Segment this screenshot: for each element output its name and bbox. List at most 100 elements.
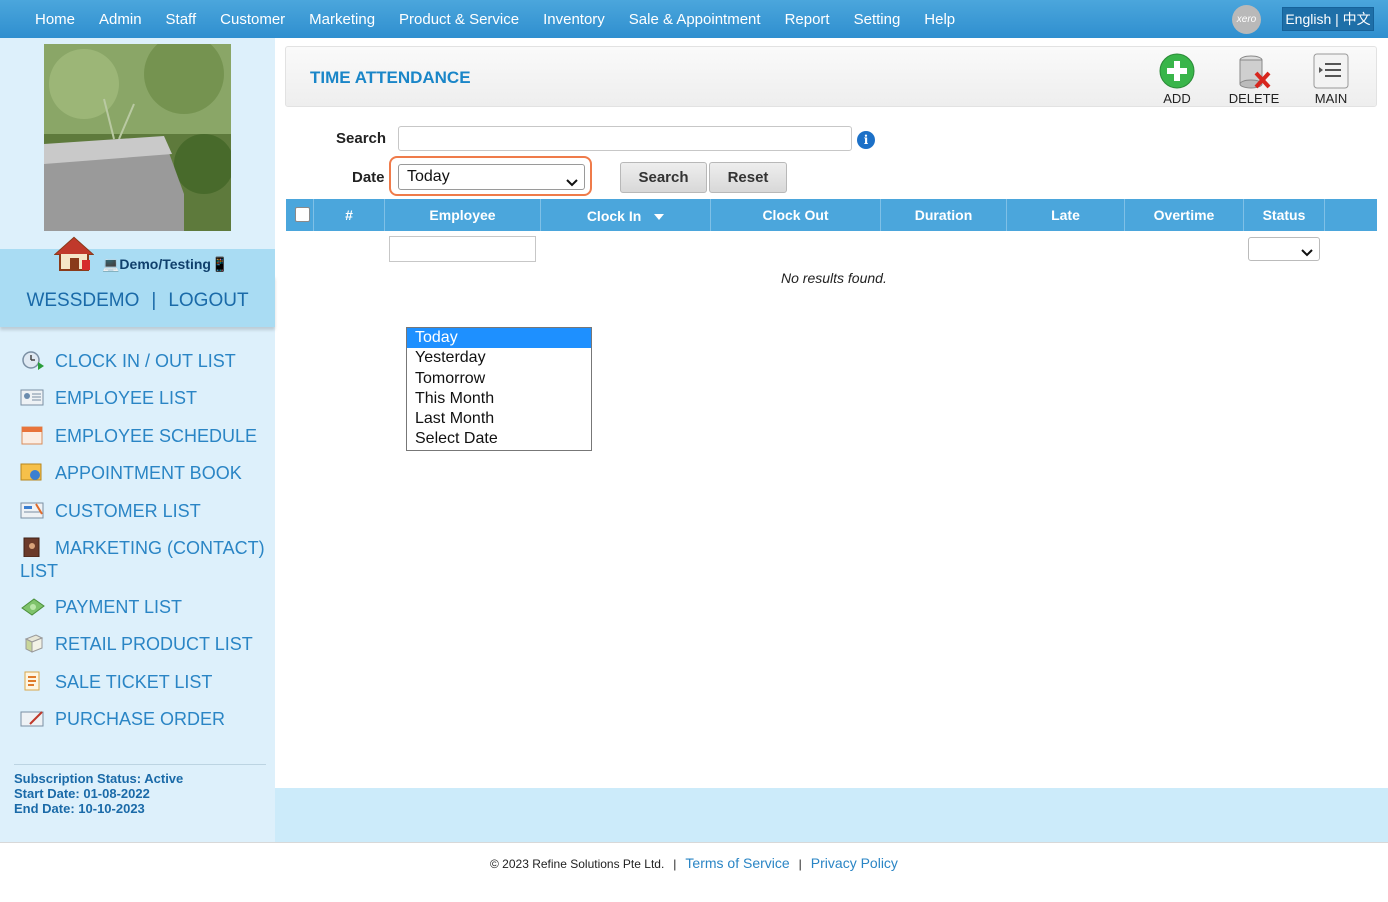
top-nav-menu: Home Admin Staff Customer Marketing Prod… xyxy=(23,0,967,38)
main-button[interactable]: MAIN xyxy=(1300,53,1362,106)
nav-sale-appointment[interactable]: Sale & Appointment xyxy=(617,11,773,28)
delete-database-icon xyxy=(1236,53,1272,89)
chevron-down-icon xyxy=(566,172,578,187)
date-option-this-month[interactable]: This Month xyxy=(407,389,591,409)
column-header-overtime[interactable]: Overtime xyxy=(1125,199,1244,231)
info-icon[interactable]: i xyxy=(857,131,875,149)
xero-logo-icon[interactable]: xero xyxy=(1232,5,1261,34)
date-option-tomorrow[interactable]: Tomorrow xyxy=(407,369,591,389)
main-label: MAIN xyxy=(1314,91,1348,106)
search-label: Search xyxy=(336,130,387,147)
terms-of-service-link[interactable]: Terms of Service xyxy=(685,855,789,871)
nav-setting[interactable]: Setting xyxy=(842,11,913,28)
sidebar-item-label: EMPLOYEE LIST xyxy=(55,388,198,408)
subscription-info: Subscription Status: Active Start Date: … xyxy=(14,764,266,816)
subscription-status: Subscription Status: Active xyxy=(14,771,184,786)
user-bar-separator: | xyxy=(151,290,157,311)
footer-separator: | xyxy=(798,857,802,871)
nav-marketing[interactable]: Marketing xyxy=(297,11,387,28)
nav-admin[interactable]: Admin xyxy=(87,11,154,28)
delete-button[interactable]: DELETE xyxy=(1223,53,1285,106)
sidebar-item-employee-schedule[interactable]: EMPLOYEE SCHEDULE xyxy=(20,425,270,448)
site-label: 💻Demo/Testing📱 xyxy=(102,256,229,272)
calendar-icon xyxy=(20,425,45,445)
sidebar-item-payment-list[interactable]: PAYMENT LIST xyxy=(20,596,270,619)
language-switcher[interactable]: English | 中文 xyxy=(1282,7,1374,31)
copyright-text: © 2023 Refine Solutions Pte Ltd. xyxy=(490,857,665,871)
top-nav-bar: Home Admin Staff Customer Marketing Prod… xyxy=(0,0,1388,38)
select-all-checkbox[interactable] xyxy=(295,207,310,222)
sidebar-item-clock-in-out-list[interactable]: CLOCK IN / OUT LIST xyxy=(20,350,270,373)
money-icon xyxy=(20,596,45,616)
column-header-number[interactable]: # xyxy=(314,199,385,231)
column-header-clock-out[interactable]: Clock Out xyxy=(711,199,881,231)
sidebar-item-label: PAYMENT LIST xyxy=(55,597,183,617)
date-option-select-date[interactable]: Select Date xyxy=(407,429,591,449)
column-header-clock-in[interactable]: Clock In xyxy=(541,199,711,231)
date-select-value: Today xyxy=(407,168,450,185)
sidebar-item-appointment-book[interactable]: APPOINTMENT BOOK xyxy=(20,462,270,485)
user-bar: WESSDEMO | LOGOUT xyxy=(0,275,275,327)
sidebar-item-employee-list[interactable]: EMPLOYEE LIST xyxy=(20,387,270,410)
add-label: ADD xyxy=(1163,91,1191,106)
footer-line: © 2023 Refine Solutions Pte Ltd. | Terms o… xyxy=(490,855,898,871)
nav-report[interactable]: Report xyxy=(773,11,842,28)
empty-table-message: No results found. xyxy=(781,270,887,286)
privacy-policy-link[interactable]: Privacy Policy xyxy=(811,855,898,871)
main-list-icon xyxy=(1313,53,1349,89)
date-option-last-month[interactable]: Last Month xyxy=(407,409,591,429)
page-header-panel: TIME ATTENDANCE ADD DELETE MAIN xyxy=(285,46,1377,107)
date-label: Date xyxy=(352,169,385,186)
search-button[interactable]: Search xyxy=(620,162,707,193)
sale-ticket-icon xyxy=(20,671,45,691)
date-option-yesterday[interactable]: Yesterday xyxy=(407,348,591,368)
date-option-today[interactable]: Today xyxy=(407,328,591,349)
search-input[interactable] xyxy=(398,126,852,151)
chevron-down-icon xyxy=(1301,245,1313,257)
status-filter-select[interactable] xyxy=(1248,237,1320,261)
column-header-status[interactable]: Status xyxy=(1244,199,1325,231)
purchase-order-icon xyxy=(20,708,45,728)
sidebar-item-marketing-contact-list[interactable]: MARKETING (CONTACT) LIST xyxy=(20,537,270,583)
customer-list-icon xyxy=(20,500,45,520)
nav-staff[interactable]: Staff xyxy=(154,11,209,28)
column-header-clock-in-label: Clock In xyxy=(586,208,642,224)
contact-book-icon xyxy=(20,537,45,558)
sidebar-item-label: CLOCK IN / OUT LIST xyxy=(55,351,236,371)
product-box-icon xyxy=(20,633,45,653)
appointment-book-icon xyxy=(20,462,45,482)
nav-inventory[interactable]: Inventory xyxy=(531,11,617,28)
username-link[interactable]: WESSDEMO xyxy=(26,290,139,312)
employee-filter-input[interactable] xyxy=(389,236,536,262)
subscription-end-date: End Date: 10-10-2023 xyxy=(14,801,145,816)
reset-button[interactable]: Reset xyxy=(709,162,787,193)
clock-icon xyxy=(20,350,45,370)
sidebar-item-customer-list[interactable]: CUSTOMER LIST xyxy=(20,500,270,523)
delete-label: DELETE xyxy=(1228,91,1280,106)
left-sidebar: 💻Demo/Testing📱 WESSDEMO | LOGOUT CLOCK I… xyxy=(0,38,275,842)
content-bottom-band xyxy=(275,788,1388,842)
column-header-late[interactable]: Late xyxy=(1007,199,1125,231)
employee-card-icon xyxy=(20,387,45,407)
sidebar-item-purchase-order[interactable]: PURCHASE ORDER xyxy=(20,708,270,731)
sidebar-item-label: SALE TICKET LIST xyxy=(55,672,213,692)
nav-product-service[interactable]: Product & Service xyxy=(387,11,531,28)
column-header-employee[interactable]: Employee xyxy=(385,199,541,231)
footer: © 2023 Refine Solutions Pte Ltd. | Terms o… xyxy=(0,842,1388,902)
sidebar-item-sale-ticket-list[interactable]: SALE TICKET LIST xyxy=(20,671,270,694)
nav-customer[interactable]: Customer xyxy=(208,11,297,28)
home-icon[interactable] xyxy=(53,236,95,272)
date-select[interactable]: Today xyxy=(398,164,585,190)
sidebar-item-label: PURCHASE ORDER xyxy=(55,709,226,729)
select-all-cell xyxy=(286,199,314,231)
nav-help[interactable]: Help xyxy=(912,11,967,28)
sidebar-item-label: MARKETING (CONTACT) LIST xyxy=(20,538,265,581)
page-title: TIME ATTENDANCE xyxy=(310,68,471,87)
nav-home[interactable]: Home xyxy=(23,11,87,28)
avatar xyxy=(44,44,231,231)
column-header-duration[interactable]: Duration xyxy=(881,199,1007,231)
table-header: # Employee Clock In Clock Out Duration L… xyxy=(286,199,1377,231)
logout-link[interactable]: LOGOUT xyxy=(168,290,248,312)
sidebar-item-retail-product-list[interactable]: RETAIL PRODUCT LIST xyxy=(20,633,270,656)
add-button[interactable]: ADD xyxy=(1146,53,1208,106)
